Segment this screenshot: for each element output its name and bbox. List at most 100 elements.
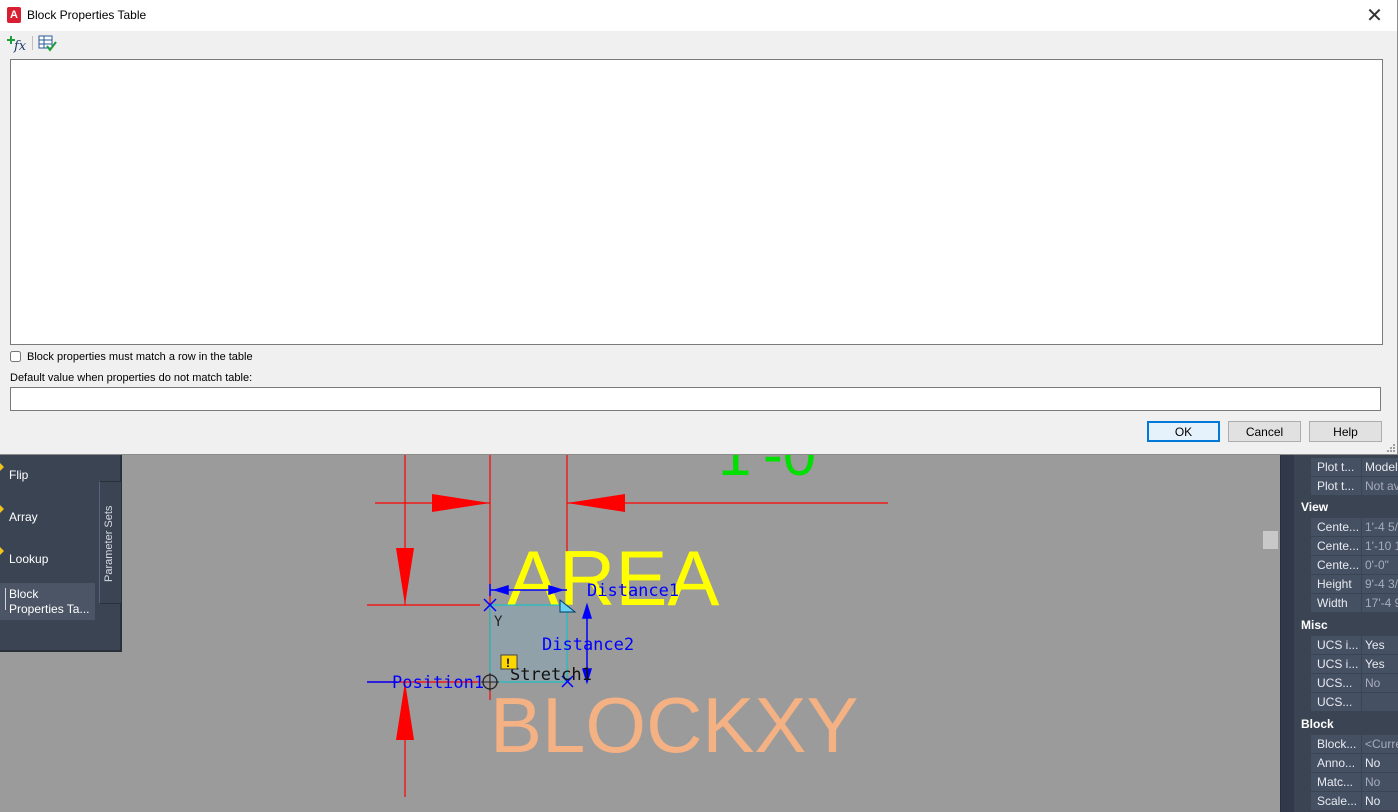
drawing-scrollbar[interactable] [1262, 455, 1279, 812]
prop-key: Matc... [1311, 773, 1361, 791]
arrow-left [567, 494, 625, 512]
prop-value: Yes [1362, 655, 1398, 673]
dialog-title: Block Properties Table [27, 8, 147, 22]
block-properties-table-dialog: A Block Properties Table ✕ fx Block prop… [0, 0, 1398, 455]
section-block-header[interactable]: Block [1295, 715, 1398, 734]
palette-item-block-properties-table[interactable]: Block Properties Ta... [0, 583, 95, 620]
prop-key: UCS i... [1311, 636, 1361, 654]
prop-row[interactable]: Height 9'-4 3/ [1311, 575, 1398, 594]
prop-row[interactable]: Cente... 1'-10 1 [1311, 537, 1398, 556]
prop-row[interactable]: Cente... 0'-0" [1311, 556, 1398, 575]
stretch1-label: Stretch1 [510, 665, 592, 685]
prop-value: No [1362, 792, 1398, 810]
section-view-header[interactable]: View [1295, 498, 1398, 517]
prop-key: Scale... [1311, 792, 1361, 810]
flip-icon [0, 463, 4, 471]
new-user-parameter-button[interactable] [36, 33, 58, 53]
prop-value: Not av [1362, 477, 1398, 495]
prop-value: <Curre [1362, 735, 1398, 753]
close-icon: ✕ [1366, 4, 1383, 27]
prop-value: No [1362, 674, 1398, 692]
fx-plus-icon: fx [7, 36, 27, 54]
tab-label: Parameter Sets [103, 505, 115, 582]
palette-item-label-line1: Block [9, 587, 39, 601]
array-icon [0, 505, 4, 513]
prop-key: UCS... [1311, 674, 1361, 692]
match-row-checkbox-label: Block properties must match a row in the… [27, 351, 253, 363]
distance1-label: Distance1 [587, 581, 679, 601]
autocad-logo-icon: A [7, 7, 21, 23]
svg-text:!: ! [506, 656, 510, 670]
prop-value: Yes [1362, 636, 1398, 654]
palette-item-array[interactable]: Array [0, 505, 95, 524]
properties-scrollbar[interactable] [1281, 455, 1294, 812]
dialog-toolbar: fx [0, 31, 1397, 56]
prop-value: Model [1362, 458, 1398, 476]
prop-value: 9'-4 3/ [1362, 575, 1398, 593]
position1-label: Position1 [392, 673, 484, 693]
palette-item-label: Array [9, 510, 38, 524]
prop-row[interactable]: UCS i... Yes [1311, 655, 1398, 674]
scrollbar-thumb[interactable] [1263, 531, 1278, 549]
palette-item-label: Flip [9, 468, 29, 482]
prop-key: UCS i... [1311, 655, 1361, 673]
prop-value: No [1362, 754, 1398, 772]
properties-table-grid[interactable] [10, 59, 1383, 345]
arrow-down [396, 548, 414, 605]
table-check-icon [38, 35, 57, 52]
prop-row[interactable]: Width 17'-4 9 [1311, 594, 1398, 613]
cancel-button[interactable]: Cancel [1228, 421, 1301, 442]
prop-value: 0'-0" [1362, 556, 1398, 574]
properties-palette: Plot t... Model Plot t... Not av View Ce… [1280, 455, 1398, 812]
close-button[interactable]: ✕ [1352, 0, 1397, 31]
prop-key: Height [1311, 575, 1361, 593]
resize-grip-icon[interactable] [1387, 444, 1395, 452]
tab-parameter-sets[interactable]: Parameter Sets [99, 481, 122, 604]
default-value-input[interactable] [10, 387, 1381, 411]
prop-value [1362, 693, 1398, 711]
autocad-window: 1'-0" AREA BLOCKXY [0, 0, 1398, 812]
default-value-label: Default value when properties do not mat… [10, 372, 253, 384]
prop-value: 17'-4 9 [1362, 594, 1398, 612]
palette-item-label: Lookup [9, 552, 49, 566]
prop-row[interactable]: Block... <Curre [1311, 735, 1398, 754]
prop-value: 1'-10 1 [1362, 537, 1398, 555]
palette-item-label-line2: Properties Ta... [9, 602, 90, 616]
prop-row[interactable]: UCS... [1311, 693, 1398, 712]
prop-key: Cente... [1311, 537, 1361, 555]
match-row-checkbox[interactable] [10, 351, 21, 362]
svg-text:fx: fx [13, 39, 27, 53]
prop-row[interactable]: Scale... No [1311, 792, 1398, 811]
prop-key: Cente... [1311, 518, 1361, 536]
prop-key: Plot t... [1311, 458, 1361, 476]
prop-row[interactable]: UCS i... Yes [1311, 636, 1398, 655]
prop-row[interactable]: Plot t... Model [1311, 458, 1398, 477]
blockxy-text: BLOCKXY [490, 681, 858, 769]
dialog-titlebar[interactable]: A Block Properties Table ✕ [0, 0, 1397, 31]
prop-key: UCS... [1311, 693, 1361, 711]
prop-row[interactable]: UCS... No [1311, 674, 1398, 693]
y-label: Y [494, 614, 503, 630]
prop-row[interactable]: Cente... 1'-4 5/ [1311, 518, 1398, 537]
arrow-right [432, 494, 490, 512]
prop-value: No [1362, 773, 1398, 791]
prop-key: Anno... [1311, 754, 1361, 772]
prop-key: Width [1311, 594, 1361, 612]
prop-key: Cente... [1311, 556, 1361, 574]
prop-row[interactable]: Plot t... Not av [1311, 477, 1398, 496]
prop-key: Block... [1311, 735, 1361, 753]
table-icon [0, 588, 6, 610]
toolbar-separator [32, 36, 33, 50]
palette-item-flip[interactable]: Flip [0, 463, 95, 482]
distance2-label: Distance2 [542, 635, 634, 655]
add-properties-button[interactable]: fx [6, 33, 28, 54]
ok-button[interactable]: OK [1147, 421, 1220, 442]
section-misc-header[interactable]: Misc [1295, 616, 1398, 635]
help-button[interactable]: Help [1309, 421, 1382, 442]
lookup-icon [0, 547, 4, 555]
prop-row[interactable]: Matc... No [1311, 773, 1398, 792]
prop-value: 1'-4 5/ [1362, 518, 1398, 536]
prop-row[interactable]: Anno... No [1311, 754, 1398, 773]
prop-key: Plot t... [1311, 477, 1361, 495]
palette-item-lookup[interactable]: Lookup [0, 547, 95, 566]
